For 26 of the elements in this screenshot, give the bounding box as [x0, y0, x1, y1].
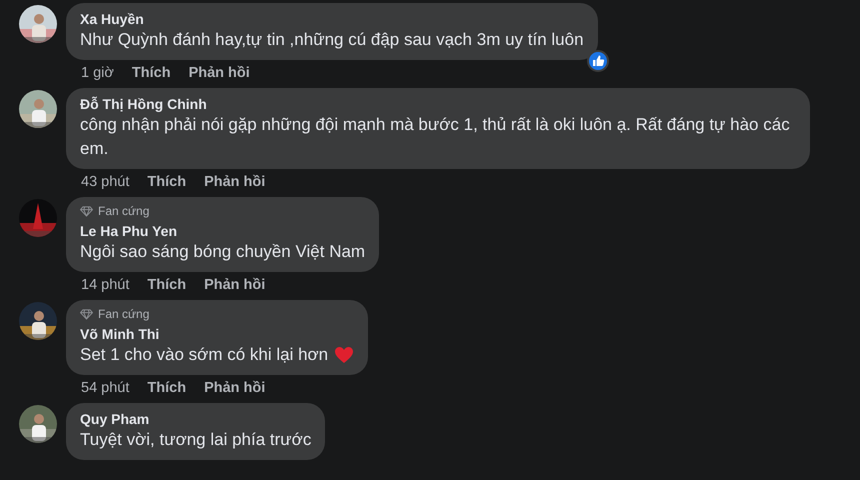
like-link[interactable]: Thích — [147, 173, 186, 191]
author-name[interactable]: Quy Pham — [80, 410, 312, 428]
reply-link[interactable]: Phản hồi — [204, 276, 266, 294]
fan-badge-label: Fan cứng — [98, 307, 150, 321]
comment-text: Tuyệt vời, tương lai phía trước — [80, 429, 312, 451]
comment-time[interactable]: 14 phút — [81, 276, 130, 294]
comment-time[interactable]: 54 phút — [81, 379, 130, 397]
reply-link[interactable]: Phản hồi — [188, 64, 250, 82]
reply-link[interactable]: Phản hồi — [204, 173, 266, 191]
like-link[interactable]: Thích — [147, 379, 186, 397]
fan-badge-label: Fan cứng — [98, 204, 150, 218]
reply-link[interactable]: Phản hồi — [204, 379, 266, 397]
like-link[interactable]: Thích — [147, 276, 186, 294]
comment-text: Ngôi sao sáng bóng chuyền Việt Nam — [80, 241, 366, 263]
comment-time[interactable]: 43 phút — [81, 173, 130, 191]
diamond-icon — [80, 308, 93, 320]
author-name[interactable]: Xa Huyền — [80, 10, 584, 28]
comment-text: Như Quỳnh đánh hay,tự tin ,những cú đập sau vạch 3m uy tín luôn — [80, 29, 584, 51]
comment-text: Set 1 cho vào sớm có khi lại hơn — [80, 344, 328, 366]
comment-text: công nhận phải nói gặp những đội mạnh mà bước 1, thủ rất là oki luôn ạ. Rất đáng tự hào các em. — [80, 114, 791, 160]
diamond-icon — [80, 206, 93, 216]
comment-time[interactable]: 1 giờ — [81, 64, 114, 82]
author-name[interactable]: Đỗ Thị Hồng Chinh — [80, 95, 796, 113]
author-name[interactable]: Võ Minh Thi — [80, 325, 354, 343]
like-link[interactable]: Thích — [132, 64, 171, 82]
author-name[interactable]: Le Ha Phu Yen — [80, 222, 366, 240]
